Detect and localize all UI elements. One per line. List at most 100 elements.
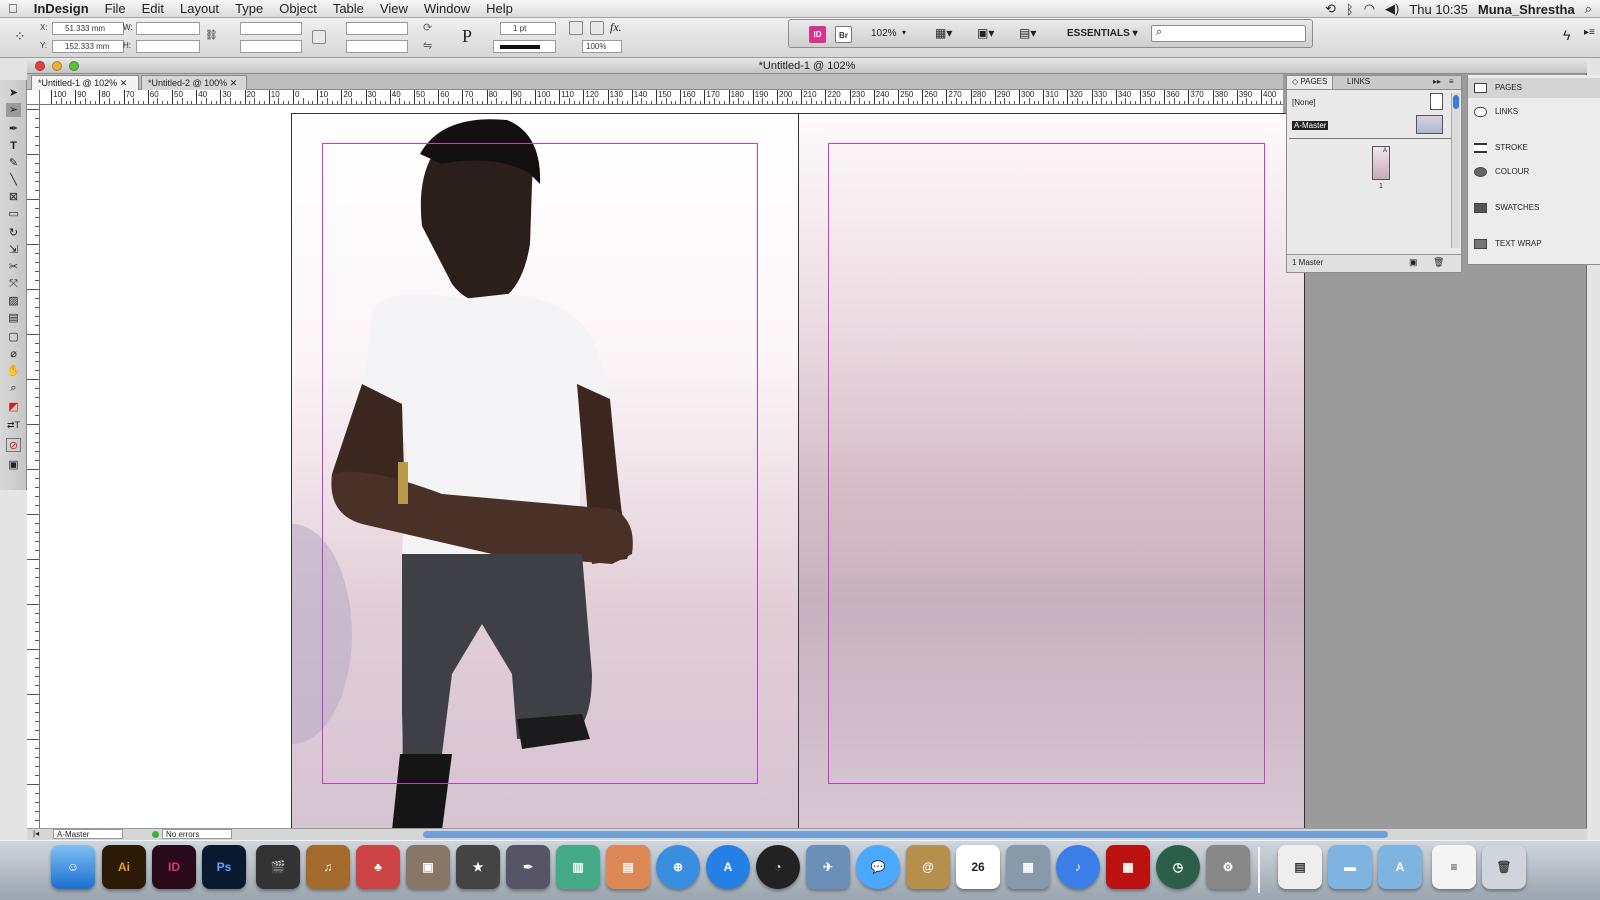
menu-object[interactable]: Object: [271, 0, 325, 18]
side-item-swatches[interactable]: SWATCHES: [1468, 198, 1600, 218]
close-window-button[interactable]: [35, 61, 45, 71]
side-item-text-wrap[interactable]: TEXT WRAP: [1468, 234, 1600, 254]
zoom-window-button[interactable]: [69, 61, 79, 71]
photo-booth-icon[interactable]: ▩: [1106, 845, 1150, 889]
paragraph-icon[interactable]: P: [462, 26, 472, 47]
itunes-icon[interactable]: ♪: [1056, 845, 1100, 889]
menubar-user[interactable]: Muna_Shrestha: [1478, 2, 1575, 17]
gnome-icon[interactable]: ♣: [356, 845, 400, 889]
time-machine-dock-icon[interactable]: ◷: [1156, 845, 1200, 889]
minimize-window-button[interactable]: [52, 61, 62, 71]
lightning-icon[interactable]: ϟ: [1563, 27, 1570, 43]
scale-x-field[interactable]: [240, 22, 302, 35]
indesign-icon[interactable]: ID: [152, 845, 196, 889]
first-page-icon[interactable]: |◂: [33, 829, 39, 838]
preflight-status[interactable]: No errors: [162, 829, 232, 839]
tab-pages[interactable]: ◇ PAGES: [1287, 76, 1334, 89]
tab-untitled-2[interactable]: *Untitled-2 @ 100% ✕: [141, 75, 247, 90]
pen-tool-icon[interactable]: ✒: [6, 122, 21, 136]
x-field[interactable]: 51.333 mm: [52, 22, 124, 35]
side-item-colour[interactable]: COLOUR: [1468, 162, 1600, 182]
gradient-feather-tool-icon[interactable]: ▤: [6, 311, 21, 325]
menu-edit[interactable]: Edit: [134, 0, 172, 18]
height-field[interactable]: [136, 40, 200, 53]
panel-menu-icon[interactable]: ▸≡: [1584, 27, 1595, 38]
scissors-tool-icon[interactable]: ✂: [6, 260, 21, 274]
stroke-weight-field[interactable]: 1 pt: [500, 22, 556, 35]
width-field[interactable]: [136, 22, 200, 35]
bluetooth-icon[interactable]: ᛒ: [1346, 2, 1354, 17]
search-field[interactable]: ⌕: [1151, 25, 1306, 42]
photoshop-icon[interactable]: Ps: [202, 845, 246, 889]
collapse-panel-icon[interactable]: ▸▸: [1433, 77, 1441, 86]
eagle-icon[interactable]: ✈: [806, 845, 850, 889]
right-page[interactable]: [798, 113, 1305, 829]
menu-type[interactable]: Type: [227, 0, 271, 18]
hand-tool-icon[interactable]: ✋: [6, 364, 21, 378]
numbers-icon[interactable]: ▥: [556, 845, 600, 889]
horizontal-scrollbar[interactable]: [423, 831, 1388, 838]
scale-y-field[interactable]: [240, 40, 302, 53]
imovie-icon[interactable]: ★: [456, 845, 500, 889]
shadow-button-icon[interactable]: [590, 21, 604, 35]
address-book-icon[interactable]: @: [906, 845, 950, 889]
scale-tool-icon[interactable]: ⇲: [6, 243, 21, 257]
tab-links[interactable]: LINKS: [1343, 77, 1374, 86]
volume-icon[interactable]: ◀): [1385, 1, 1399, 17]
guitar-icon[interactable]: ♫: [306, 845, 350, 889]
new-page-icon[interactable]: ▣: [1409, 257, 1418, 268]
close-tab-icon[interactable]: ✕: [230, 78, 238, 88]
a-master-thumbnail[interactable]: [1416, 115, 1443, 134]
panel-options-icon[interactable]: ≡: [1449, 77, 1454, 86]
dashboard-icon[interactable]: ◔: [756, 845, 800, 889]
zoom-level[interactable]: 102%: [871, 28, 897, 39]
none-master-label[interactable]: [None]: [1292, 98, 1316, 107]
iphoto-icon[interactable]: ▣: [406, 845, 450, 889]
ichat-icon[interactable]: 💬: [856, 845, 900, 889]
menu-table[interactable]: Table: [325, 0, 372, 18]
side-item-links[interactable]: LINKS: [1468, 102, 1600, 122]
shear-field[interactable]: [346, 40, 408, 53]
rectangle-frame-tool-icon[interactable]: ⊠: [6, 190, 21, 204]
menu-layout[interactable]: Layout: [172, 0, 227, 18]
workspace-switcher[interactable]: ESSENTIALS ▾: [1067, 28, 1138, 39]
page-1-thumbnail[interactable]: [1372, 146, 1390, 180]
menu-file[interactable]: File: [97, 0, 134, 18]
swap-fill-stroke-icon[interactable]: ⇄T: [6, 418, 21, 432]
ical-icon[interactable]: 26: [956, 845, 1000, 889]
horizontal-ruler[interactable]: 100 90 80 70 60 50 40 30 20 10 0 10 20 30 40 50 60 70 80 90…: [40, 90, 1283, 105]
apply-none-icon[interactable]: ⊘: [6, 438, 21, 452]
flip-icon[interactable]: ⇋: [423, 39, 432, 52]
a-master-label[interactable]: A-Master: [1292, 121, 1329, 130]
documents-stack-icon[interactable]: ▤: [1278, 845, 1322, 889]
rectangle-tool-icon[interactable]: ▭: [6, 207, 21, 221]
illustrator-icon[interactable]: Ai: [102, 845, 146, 889]
system-preferences-icon[interactable]: ⚙: [1206, 845, 1250, 889]
direct-selection-tool-icon[interactable]: ➢: [6, 103, 21, 117]
side-item-pages[interactable]: PAGES: [1468, 78, 1600, 98]
rotation-field[interactable]: [346, 22, 408, 35]
menu-view[interactable]: View: [372, 0, 416, 18]
side-item-stroke[interactable]: STROKE: [1468, 138, 1600, 158]
view-options-icon[interactable]: ▦▾: [935, 26, 952, 40]
left-page[interactable]: [291, 113, 799, 829]
time-machine-icon[interactable]: ⟲: [1325, 1, 1336, 17]
effects-label[interactable]: fx.: [610, 20, 622, 35]
image-capture-icon[interactable]: ▦: [1006, 845, 1050, 889]
type-tool-icon[interactable]: T: [6, 139, 21, 153]
y-field[interactable]: 152.333 mm: [52, 40, 124, 53]
pages-panel-scrollbar[interactable]: [1451, 93, 1460, 248]
applications-folder-icon[interactable]: A: [1378, 845, 1422, 889]
constrain-scale-icon[interactable]: [312, 30, 326, 44]
clapboard-icon[interactable]: 🎬: [256, 845, 300, 889]
bridge-badge[interactable]: Br: [835, 26, 852, 43]
line-tool-icon[interactable]: ╲: [6, 173, 21, 187]
screen-mode-icon[interactable]: ▣▾: [977, 26, 994, 40]
opacity-field[interactable]: 100%: [582, 40, 622, 53]
constrain-proportions-icon[interactable]: ⛓: [205, 30, 218, 41]
rotate-tool-icon[interactable]: ↻: [6, 226, 21, 240]
none-master-thumbnail[interactable]: [1430, 93, 1443, 110]
delete-page-icon[interactable]: 🗑: [1433, 257, 1444, 268]
drop-shadow-icon[interactable]: [569, 21, 583, 35]
zoom-dropdown-icon[interactable]: ▾: [902, 28, 906, 37]
